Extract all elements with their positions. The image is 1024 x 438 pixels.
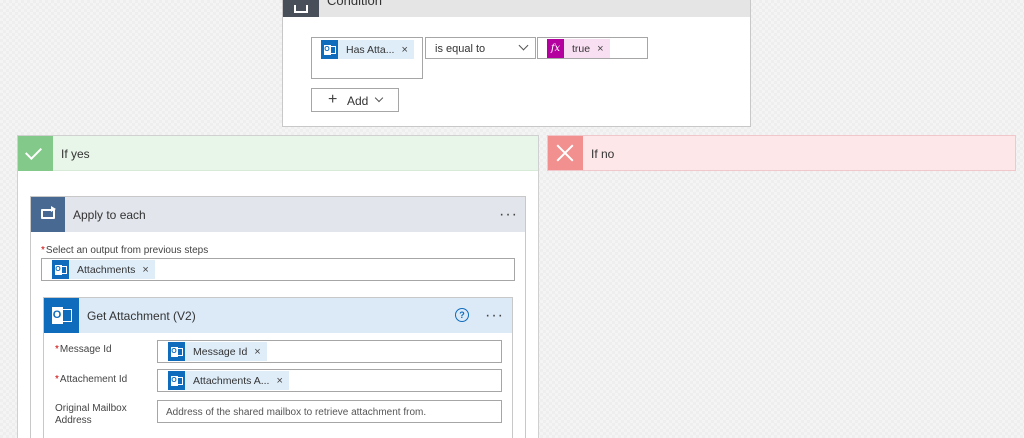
attachment-id-label: *Attachement Id: [55, 374, 128, 385]
select-output-label: *Select an output from previous steps: [41, 245, 209, 256]
outlook-icon: O: [168, 371, 185, 390]
more-options-icon[interactable]: ···: [499, 207, 518, 223]
outlook-icon: O: [52, 260, 69, 279]
operator-value: is equal to: [435, 43, 486, 55]
fx-icon: fx: [547, 39, 564, 58]
chevron-down-icon: [374, 93, 384, 103]
true-expression-token[interactable]: fx true ×: [547, 39, 610, 58]
help-icon[interactable]: ?: [455, 308, 469, 322]
condition-right-operand[interactable]: fx true ×: [537, 37, 648, 59]
attachments-token[interactable]: O Attachments ×: [52, 260, 155, 279]
message-id-label: *Message Id: [55, 344, 112, 355]
if-no-branch[interactable]: If no: [547, 135, 1016, 171]
close-icon: [548, 136, 583, 170]
chevron-down-icon: [518, 40, 529, 51]
add-button[interactable]: + Add: [311, 88, 399, 112]
remove-token-icon[interactable]: ×: [142, 264, 154, 276]
remove-token-icon[interactable]: ×: [401, 44, 413, 56]
get-attachment-title: Get Attachment (V2): [87, 309, 196, 323]
get-attachment-card: O Get Attachment (V2) ? ··· *Message Id …: [43, 297, 513, 438]
remove-token-icon[interactable]: ×: [276, 375, 288, 387]
attachment-id-token[interactable]: O Attachments A... ×: [168, 371, 289, 390]
loop-icon: [31, 197, 65, 232]
mailbox-address-placeholder: Address of the shared mailbox to retriev…: [166, 407, 427, 418]
token-label: Attachments A...: [193, 374, 270, 387]
token-label: Has Atta...: [346, 43, 395, 56]
condition-card: Condition O Has Atta... × is equal to fx…: [282, 0, 751, 127]
outlook-icon: O: [44, 298, 79, 333]
has-attachments-token[interactable]: O Has Atta... ×: [321, 40, 414, 59]
condition-title: Condition: [327, 0, 382, 8]
if-yes-header[interactable]: If yes: [18, 136, 538, 171]
add-label: Add: [347, 94, 369, 108]
apply-to-each-title: Apply to each: [73, 208, 146, 222]
plus-icon: +: [328, 91, 338, 108]
mailbox-address-input[interactable]: Address of the shared mailbox to retriev…: [157, 400, 502, 423]
if-yes-label: If yes: [61, 147, 90, 161]
attachment-id-input[interactable]: O Attachments A... ×: [157, 369, 502, 392]
mailbox-address-label: Original Mailbox Address: [55, 403, 127, 426]
condition-icon: [283, 0, 319, 17]
remove-token-icon[interactable]: ×: [254, 346, 266, 358]
if-no-label: If no: [591, 147, 615, 161]
apply-to-each-header[interactable]: Apply to each ···: [31, 197, 525, 232]
token-label: Attachments: [77, 263, 136, 276]
outlook-icon: O: [321, 40, 338, 59]
checkmark-icon: [18, 136, 53, 171]
message-id-token[interactable]: O Message Id ×: [168, 342, 267, 361]
condition-header[interactable]: Condition: [283, 0, 750, 17]
more-options-icon[interactable]: ···: [485, 308, 504, 324]
operator-dropdown[interactable]: is equal to: [425, 37, 536, 59]
token-label: true: [572, 42, 591, 55]
select-output-input[interactable]: O Attachments ×: [41, 258, 515, 281]
get-attachment-header[interactable]: O Get Attachment (V2) ? ···: [44, 298, 512, 333]
outlook-icon: O: [168, 342, 185, 361]
token-label: Message Id: [193, 345, 248, 358]
remove-token-icon[interactable]: ×: [597, 43, 609, 55]
message-id-input[interactable]: O Message Id ×: [157, 340, 502, 363]
condition-left-operand[interactable]: O Has Atta... ×: [311, 37, 423, 79]
